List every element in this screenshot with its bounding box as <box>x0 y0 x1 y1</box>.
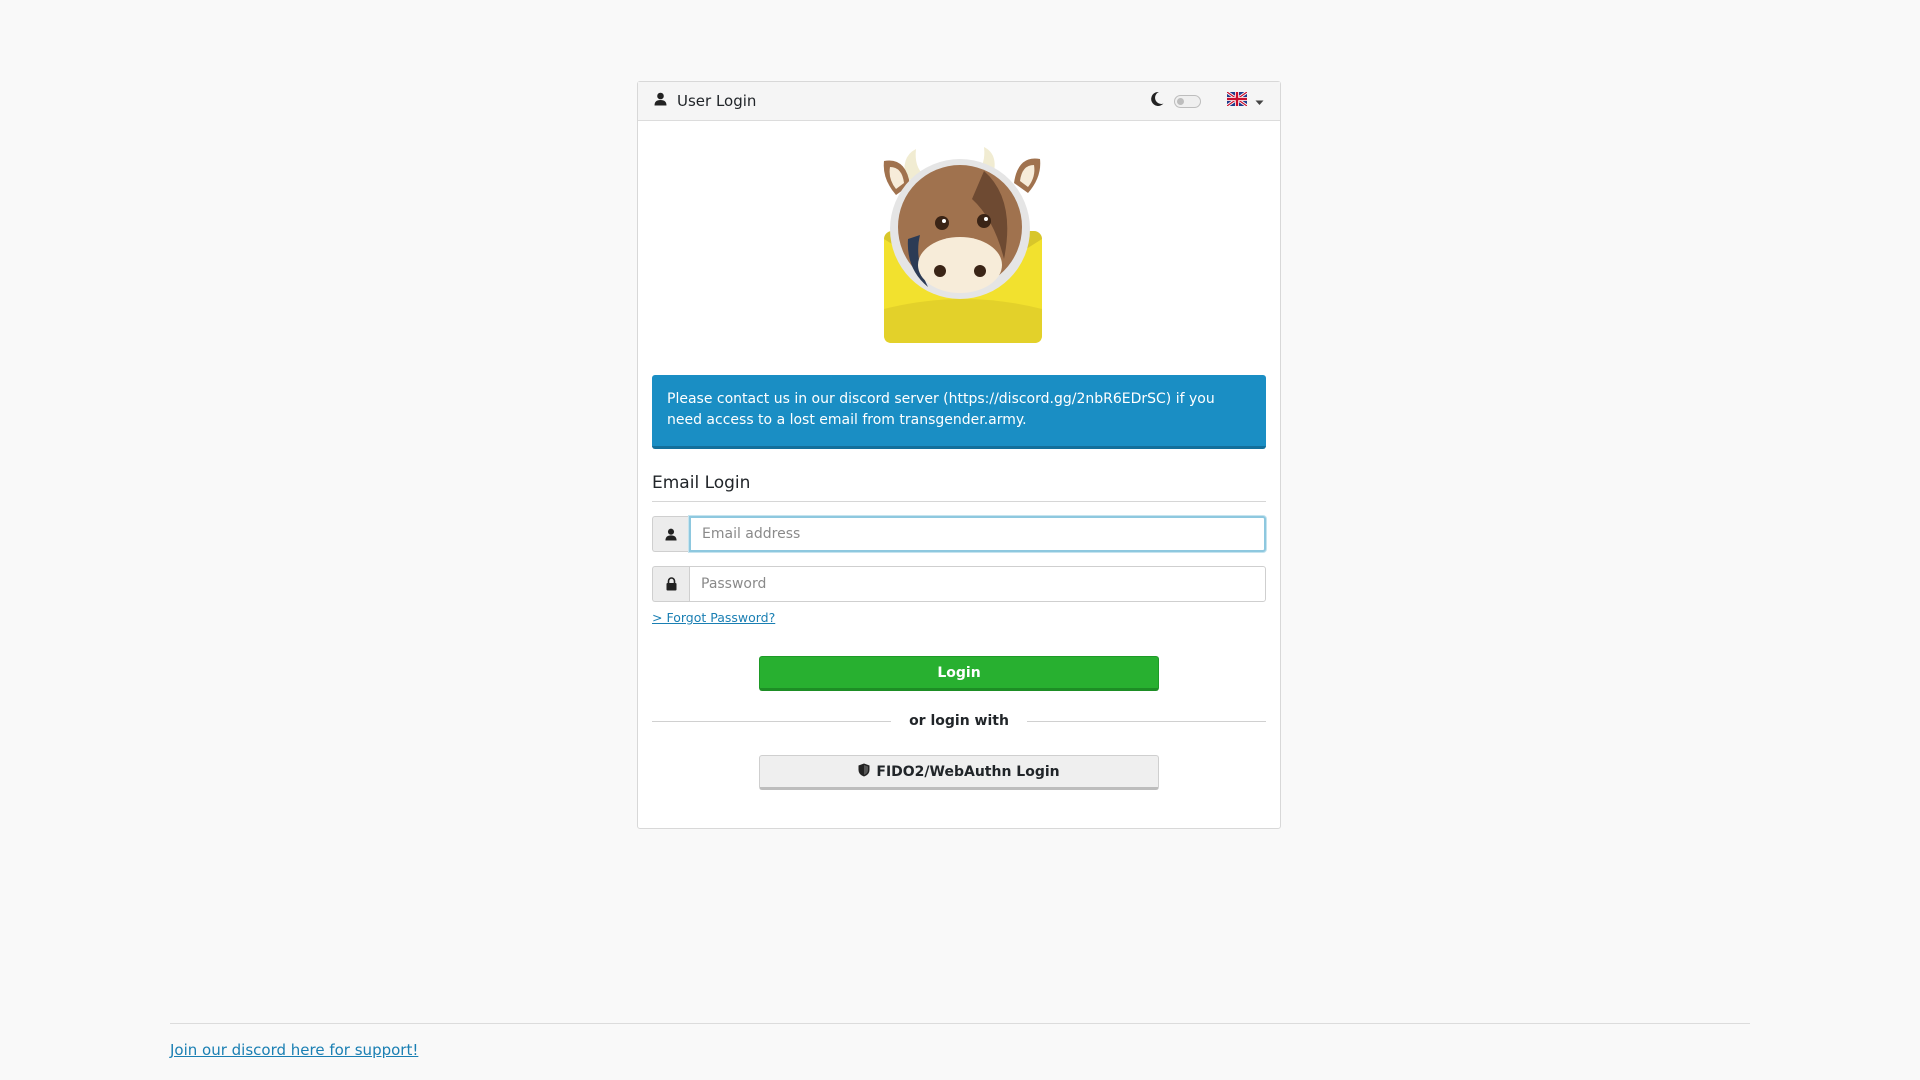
language-dropdown[interactable] <box>1226 90 1264 110</box>
user-icon <box>652 516 689 552</box>
page-title: User Login <box>677 92 757 110</box>
email-input[interactable] <box>689 516 1266 552</box>
moon-icon <box>1150 91 1164 111</box>
login-card: User Login Please contact us in our disc… <box>637 81 1281 829</box>
password-input[interactable] <box>689 566 1266 602</box>
shield-icon <box>858 763 870 781</box>
dark-mode-toggle[interactable] <box>1174 94 1201 108</box>
uk-flag-icon <box>1226 90 1248 110</box>
password-field-group <box>652 566 1266 602</box>
or-login-with-label: or login with <box>909 713 1009 729</box>
chevron-down-icon <box>1255 92 1264 110</box>
user-icon <box>654 92 667 110</box>
login-button[interactable]: Login <box>759 656 1159 691</box>
email-login-heading: Email Login <box>652 473 1266 502</box>
forgot-password-link[interactable]: > Forgot Password? <box>652 610 775 625</box>
or-divider: or login with <box>652 713 1266 729</box>
footer: Join our discord here for support! <box>170 1023 1750 1059</box>
discord-support-link[interactable]: Join our discord here for support! <box>170 1041 418 1059</box>
lock-icon <box>652 566 689 602</box>
info-alert: Please contact us in our discord server … <box>652 375 1266 449</box>
email-field-group <box>652 516 1266 552</box>
fido2-login-label: FIDO2/WebAuthn Login <box>876 763 1060 780</box>
cow-mail-logo <box>883 147 1042 343</box>
card-header: User Login <box>638 82 1280 121</box>
fido2-login-button[interactable]: FIDO2/WebAuthn Login <box>759 755 1159 790</box>
login-button-label: Login <box>937 664 981 681</box>
